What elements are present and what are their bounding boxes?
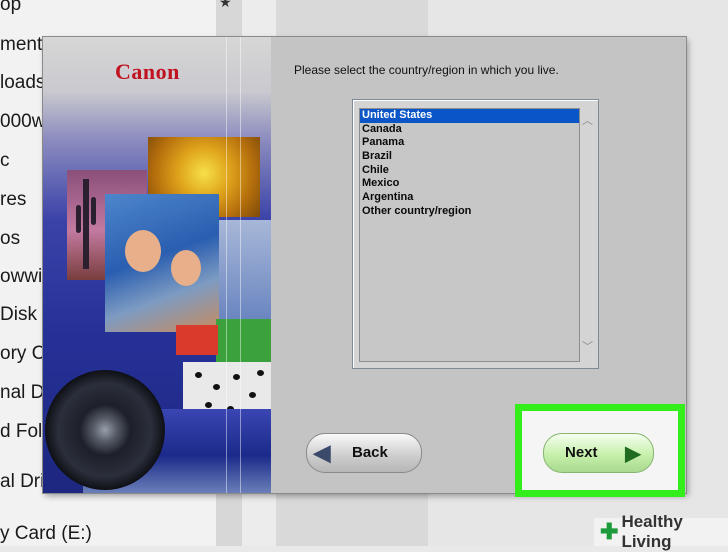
explorer-item[interactable]: owwil	[0, 266, 46, 288]
explorer-item[interactable]: os	[0, 228, 20, 250]
kids-photo	[105, 194, 219, 332]
explorer-item[interactable]: res	[0, 189, 26, 211]
list-item[interactable]: Canada	[360, 123, 579, 137]
scroll-up-icon[interactable]: ︿	[582, 112, 593, 128]
list-scrollbar[interactable]: ︿ ﹀	[578, 108, 596, 360]
next-arrow-icon: ▶	[625, 442, 641, 465]
banner-line	[226, 37, 227, 493]
next-button-label: Next	[565, 444, 598, 461]
banner-line	[240, 37, 241, 493]
red-block	[176, 325, 218, 355]
kid-face	[125, 230, 161, 272]
explorer-item[interactable]: loads	[0, 72, 45, 94]
canon-logo: Canon	[115, 59, 180, 84]
back-arrow-icon: ◀	[313, 440, 331, 465]
kid-face	[171, 250, 201, 286]
country-list[interactable]: United States Canada Panama Brazil Chile…	[359, 108, 580, 362]
next-button[interactable]: Next ▶	[543, 433, 654, 473]
list-item[interactable]: Brazil	[360, 150, 579, 164]
watermark: ✚ Healthy Living	[594, 512, 728, 551]
explorer-item[interactable]: ory C	[0, 343, 45, 365]
scroll-down-icon[interactable]: ﹀	[582, 338, 593, 354]
country-listbox[interactable]: United States Canada Panama Brazil Chile…	[352, 99, 599, 369]
explorer-item[interactable]: c	[0, 150, 10, 172]
cactus-arm	[76, 205, 81, 233]
canon-banner: Canon	[43, 37, 271, 493]
explorer-item[interactable]: d Fol	[0, 421, 42, 443]
list-item[interactable]: Panama	[360, 136, 579, 150]
camera-lens	[45, 370, 165, 490]
cactus-shape	[83, 179, 89, 269]
list-item[interactable]: Other country/region	[360, 205, 579, 219]
list-item[interactable]: Argentina	[360, 191, 579, 205]
country-prompt: Please select the country/region in whic…	[294, 63, 559, 77]
explorer-item[interactable]: Disk	[0, 304, 37, 326]
list-item[interactable]: United States	[360, 109, 579, 123]
back-button-label: Back	[352, 444, 388, 461]
watermark-text: Healthy Living	[621, 512, 683, 551]
pin-icon: ★	[219, 0, 232, 10]
explorer-item[interactable]: op	[0, 0, 21, 16]
explorer-item[interactable]: y Card (E:)	[0, 523, 92, 545]
cactus-arm	[91, 197, 96, 225]
plus-icon: ✚	[600, 519, 619, 544]
back-button[interactable]: ◀ Back	[306, 433, 422, 473]
list-item[interactable]: Mexico	[360, 177, 579, 191]
list-item[interactable]: Chile	[360, 164, 579, 178]
